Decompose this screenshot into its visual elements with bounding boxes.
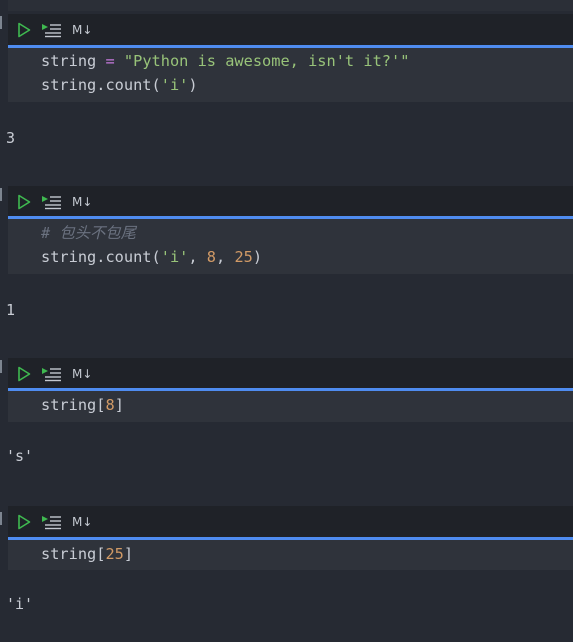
code-token: , xyxy=(188,248,207,266)
run-cell-button[interactable] xyxy=(16,192,32,212)
code-token: string[ xyxy=(41,396,106,414)
code-line: # 包头不包尾 xyxy=(41,222,136,244)
code-token: 8 xyxy=(206,248,217,266)
code-line: string[8] xyxy=(41,394,124,416)
play-icon xyxy=(18,366,31,381)
code-token: 'i' xyxy=(160,76,189,94)
run-cell-button[interactable] xyxy=(16,364,32,384)
cell-output: 'i' xyxy=(6,595,34,613)
code-token: 'i' xyxy=(160,248,189,266)
code-token: 25 xyxy=(105,545,124,563)
run-below-icon xyxy=(42,367,61,381)
notebook-page: M↓ string = "Python is awesome, isn't it?… xyxy=(0,0,573,642)
markdown-toggle-button[interactable]: M↓ xyxy=(72,192,92,212)
code-token: 8 xyxy=(105,396,115,414)
code-editor[interactable]: string[8] xyxy=(8,391,573,422)
code-line: string.count('i') xyxy=(41,74,198,96)
cell-toolbar: M↓ xyxy=(8,358,573,389)
cell-gutter-marker xyxy=(0,512,2,525)
run-below-button[interactable] xyxy=(41,20,63,40)
code-token: string[ xyxy=(41,545,106,563)
run-below-button[interactable] xyxy=(41,364,63,384)
run-below-icon xyxy=(42,515,61,529)
cell-toolbar: M↓ xyxy=(8,506,573,537)
cell-gutter-marker xyxy=(0,360,2,373)
cell-toolbar: M↓ xyxy=(8,14,573,45)
code-token: string xyxy=(41,52,106,70)
previous-cell-edge xyxy=(8,0,573,11)
play-icon xyxy=(18,22,31,37)
code-token: 25 xyxy=(234,248,253,266)
code-token: string.count( xyxy=(41,76,161,94)
code-token: string.count( xyxy=(41,248,161,266)
code-line: string = "Python is awesome, isn't it?'" xyxy=(41,50,409,72)
markdown-toggle-button[interactable]: M↓ xyxy=(72,512,92,532)
run-below-icon xyxy=(42,195,61,209)
code-editor[interactable]: string = "Python is awesome, isn't it?'"… xyxy=(8,48,573,102)
cell-gutter-marker xyxy=(0,16,2,29)
run-below-icon xyxy=(42,23,61,37)
code-line: string.count('i', 8, 25) xyxy=(41,246,262,268)
cell-output: 1 xyxy=(6,301,16,319)
code-token: , xyxy=(216,248,235,266)
code-editor[interactable]: # 包头不包尾 string.count('i', 8, 25) xyxy=(8,219,573,274)
code-line: string[25] xyxy=(41,543,133,565)
code-token: ) xyxy=(252,248,263,266)
run-cell-button[interactable] xyxy=(16,512,32,532)
code-token: ] xyxy=(114,396,124,414)
play-icon xyxy=(18,194,31,209)
play-icon xyxy=(18,514,31,529)
run-cell-button[interactable] xyxy=(16,20,32,40)
code-token: = xyxy=(105,52,115,70)
markdown-toggle-button[interactable]: M↓ xyxy=(72,20,92,40)
cell-output: 3 xyxy=(6,129,16,147)
cell-toolbar: M↓ xyxy=(8,186,573,217)
markdown-toggle-button[interactable]: M↓ xyxy=(72,364,92,384)
run-below-button[interactable] xyxy=(41,512,63,532)
cell-gutter-marker xyxy=(0,188,2,201)
code-token: ] xyxy=(123,545,134,563)
cell-output: 's' xyxy=(6,447,34,465)
code-editor[interactable]: string[25] xyxy=(8,540,573,570)
run-below-button[interactable] xyxy=(41,192,63,212)
code-token: "Python is awesome, isn't it?'" xyxy=(123,52,410,70)
code-token: # 包头不包尾 xyxy=(41,224,136,242)
code-token: ) xyxy=(188,76,198,94)
